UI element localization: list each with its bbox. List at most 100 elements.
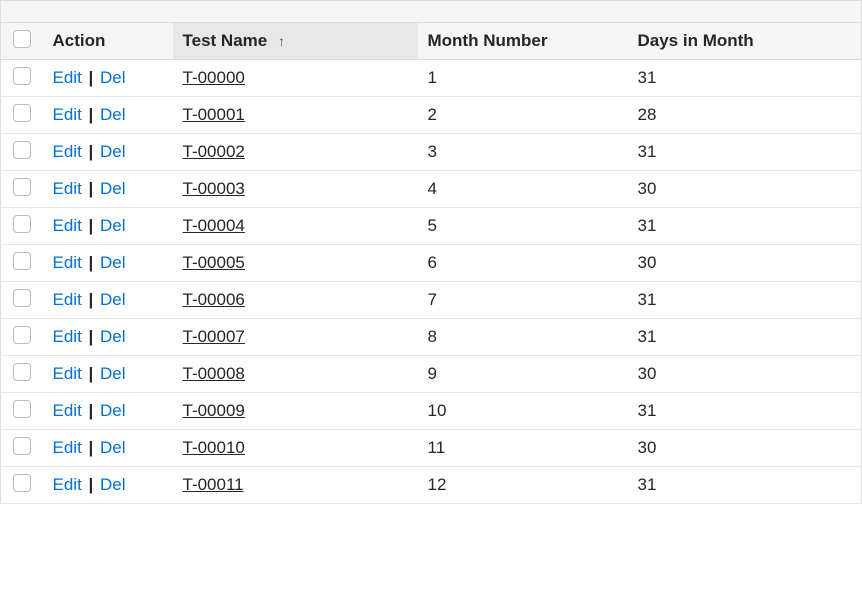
test-name-link[interactable]: T-00001 xyxy=(183,105,245,124)
row-checkbox-cell xyxy=(1,245,43,282)
test-name-link[interactable]: T-00003 xyxy=(183,179,245,198)
edit-link[interactable]: Edit xyxy=(53,290,82,309)
header-test-name-label: Test Name xyxy=(183,31,268,50)
delete-link[interactable]: Del xyxy=(100,401,126,420)
test-name-link[interactable]: T-00011 xyxy=(183,475,244,494)
header-test-name[interactable]: Test Name ↑ xyxy=(173,23,418,60)
row-test-name-cell: T-00010 xyxy=(173,430,418,467)
row-checkbox-cell xyxy=(1,430,43,467)
row-test-name-cell: T-00005 xyxy=(173,245,418,282)
row-checkbox[interactable] xyxy=(13,289,31,307)
header-days-in-month[interactable]: Days in Month xyxy=(628,23,862,60)
delete-link[interactable]: Del xyxy=(100,142,126,161)
action-separator: | xyxy=(84,364,98,383)
row-month-number-cell: 6 xyxy=(418,245,628,282)
edit-link[interactable]: Edit xyxy=(53,105,82,124)
row-checkbox-cell xyxy=(1,319,43,356)
row-checkbox[interactable] xyxy=(13,252,31,270)
row-month-number-cell: 5 xyxy=(418,208,628,245)
edit-link[interactable]: Edit xyxy=(53,179,82,198)
row-checkbox-cell xyxy=(1,356,43,393)
select-all-checkbox[interactable] xyxy=(13,30,31,48)
row-days-in-month-cell: 28 xyxy=(628,97,862,134)
row-checkbox-cell xyxy=(1,134,43,171)
delete-link[interactable]: Del xyxy=(100,364,126,383)
table-row: Edit | DelT-000091031 xyxy=(1,393,862,430)
table-row: Edit | DelT-00002331 xyxy=(1,134,862,171)
delete-link[interactable]: Del xyxy=(100,179,126,198)
delete-link[interactable]: Del xyxy=(100,253,126,272)
row-checkbox[interactable] xyxy=(13,437,31,455)
edit-link[interactable]: Edit xyxy=(53,142,82,161)
test-name-link[interactable]: T-00002 xyxy=(183,142,245,161)
top-toolbar-strip xyxy=(0,0,862,22)
row-checkbox[interactable] xyxy=(13,178,31,196)
test-name-link[interactable]: T-00000 xyxy=(183,68,245,87)
row-action-cell: Edit | Del xyxy=(43,134,173,171)
row-month-number-cell: 2 xyxy=(418,97,628,134)
row-checkbox[interactable] xyxy=(13,215,31,233)
row-days-in-month-cell: 31 xyxy=(628,467,862,504)
delete-link[interactable]: Del xyxy=(100,438,126,457)
edit-link[interactable]: Edit xyxy=(53,438,82,457)
edit-link[interactable]: Edit xyxy=(53,68,82,87)
row-days-in-month-cell: 30 xyxy=(628,356,862,393)
row-action-cell: Edit | Del xyxy=(43,430,173,467)
action-separator: | xyxy=(84,253,98,272)
test-name-link[interactable]: T-00009 xyxy=(183,401,245,420)
row-checkbox[interactable] xyxy=(13,474,31,492)
row-checkbox[interactable] xyxy=(13,400,31,418)
row-checkbox-cell xyxy=(1,467,43,504)
edit-link[interactable]: Edit xyxy=(53,401,82,420)
header-month-number[interactable]: Month Number xyxy=(418,23,628,60)
delete-link[interactable]: Del xyxy=(100,475,126,494)
test-name-link[interactable]: T-00006 xyxy=(183,290,245,309)
test-name-link[interactable]: T-00010 xyxy=(183,438,245,457)
edit-link[interactable]: Edit xyxy=(53,253,82,272)
header-row: Action Test Name ↑ Month Number Days in … xyxy=(1,23,862,60)
edit-link[interactable]: Edit xyxy=(53,364,82,383)
delete-link[interactable]: Del xyxy=(100,68,126,87)
row-checkbox-cell xyxy=(1,208,43,245)
row-test-name-cell: T-00002 xyxy=(173,134,418,171)
row-days-in-month-cell: 31 xyxy=(628,60,862,97)
delete-link[interactable]: Del xyxy=(100,105,126,124)
row-days-in-month-cell: 31 xyxy=(628,282,862,319)
row-checkbox-cell xyxy=(1,97,43,134)
delete-link[interactable]: Del xyxy=(100,327,126,346)
row-month-number-cell: 9 xyxy=(418,356,628,393)
header-checkbox-cell xyxy=(1,23,43,60)
test-name-link[interactable]: T-00007 xyxy=(183,327,245,346)
row-days-in-month-cell: 31 xyxy=(628,319,862,356)
test-name-link[interactable]: T-00004 xyxy=(183,216,245,235)
table-row: Edit | DelT-00005630 xyxy=(1,245,862,282)
action-separator: | xyxy=(84,475,98,494)
action-separator: | xyxy=(84,105,98,124)
header-action-label: Action xyxy=(53,31,106,50)
row-checkbox[interactable] xyxy=(13,67,31,85)
row-days-in-month-cell: 30 xyxy=(628,430,862,467)
action-separator: | xyxy=(84,290,98,309)
row-action-cell: Edit | Del xyxy=(43,97,173,134)
table-row: Edit | DelT-00000131 xyxy=(1,60,862,97)
edit-link[interactable]: Edit xyxy=(53,475,82,494)
table-row: Edit | DelT-00006731 xyxy=(1,282,862,319)
action-separator: | xyxy=(84,179,98,198)
delete-link[interactable]: Del xyxy=(100,216,126,235)
row-checkbox[interactable] xyxy=(13,104,31,122)
delete-link[interactable]: Del xyxy=(100,290,126,309)
header-action[interactable]: Action xyxy=(43,23,173,60)
table-row: Edit | DelT-00007831 xyxy=(1,319,862,356)
test-name-link[interactable]: T-00008 xyxy=(183,364,245,383)
row-checkbox[interactable] xyxy=(13,363,31,381)
table-row: Edit | DelT-000101130 xyxy=(1,430,862,467)
edit-link[interactable]: Edit xyxy=(53,327,82,346)
edit-link[interactable]: Edit xyxy=(53,216,82,235)
row-checkbox-cell xyxy=(1,282,43,319)
row-checkbox[interactable] xyxy=(13,141,31,159)
test-name-link[interactable]: T-00005 xyxy=(183,253,245,272)
row-checkbox[interactable] xyxy=(13,326,31,344)
row-days-in-month-cell: 31 xyxy=(628,208,862,245)
row-test-name-cell: T-00001 xyxy=(173,97,418,134)
row-checkbox-cell xyxy=(1,393,43,430)
